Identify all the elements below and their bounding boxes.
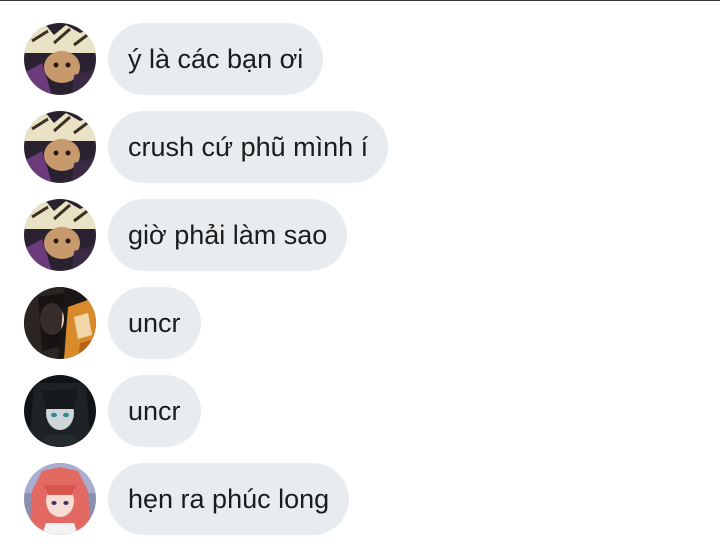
top-divider <box>0 0 720 1</box>
message-row[interactable]: hẹn ra phúc long <box>24 463 350 535</box>
message-row[interactable]: uncr <box>24 287 201 359</box>
user-avatar-icon <box>24 375 96 447</box>
message-bubble[interactable]: giờ phải làm sao <box>108 199 348 271</box>
avatar[interactable] <box>24 111 96 183</box>
user-avatar-icon <box>24 199 96 271</box>
message-row[interactable]: ý là các bạn ơi <box>24 23 324 95</box>
user-avatar-icon <box>24 23 96 95</box>
avatar[interactable] <box>24 23 96 95</box>
message-row[interactable]: crush cứ phũ mình í <box>24 111 389 183</box>
user-avatar-icon <box>24 463 96 535</box>
message-bubble[interactable]: ý là các bạn ơi <box>108 23 324 95</box>
message-bubble[interactable]: uncr <box>108 375 201 447</box>
message-row[interactable]: giờ phải làm sao <box>24 199 348 271</box>
user-avatar-icon <box>24 287 96 359</box>
avatar[interactable] <box>24 287 96 359</box>
message-bubble[interactable]: uncr <box>108 287 201 359</box>
message-row[interactable]: uncr <box>24 375 201 447</box>
avatar[interactable] <box>24 199 96 271</box>
message-bubble[interactable]: crush cứ phũ mình í <box>108 111 389 183</box>
user-avatar-icon <box>24 111 96 183</box>
message-bubble[interactable]: hẹn ra phúc long <box>108 463 350 535</box>
avatar[interactable] <box>24 463 96 535</box>
avatar[interactable] <box>24 375 96 447</box>
